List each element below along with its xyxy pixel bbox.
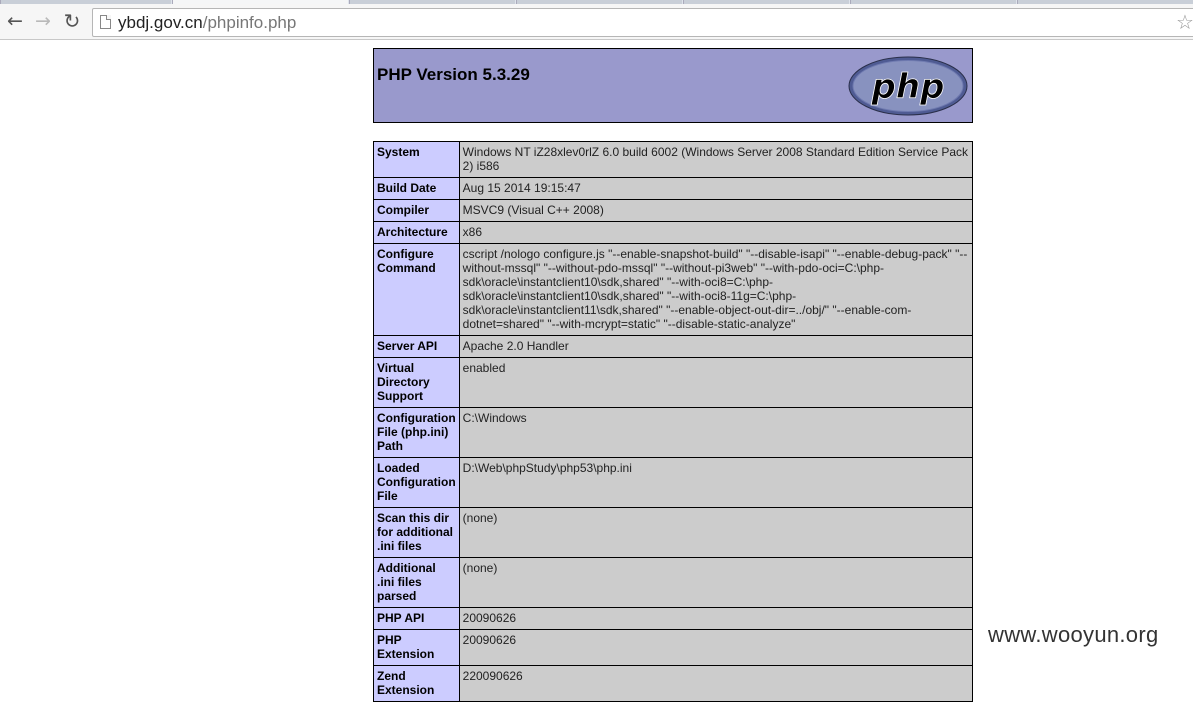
row-key: PHP Extension	[373, 629, 460, 666]
row-key: PHP API	[373, 607, 460, 630]
row-key: Server API	[373, 335, 460, 358]
row-key: System	[373, 141, 460, 178]
row-key: Additional .ini files parsed	[373, 557, 460, 608]
table-row: Virtual Directory Support enabled	[373, 357, 974, 408]
row-key: Configure Command	[373, 243, 460, 336]
row-value: 20090626	[458, 629, 974, 666]
row-key: Virtual Directory Support	[373, 357, 460, 408]
url-host: ybdj.gov.cn	[118, 13, 203, 32]
forward-arrow-icon[interactable]: →	[33, 11, 53, 31]
page-title: PHP Version 5.3.29	[377, 65, 530, 84]
browser-toolbar: ← → ↻ ybdj.gov.cn/phpinfo.php ☆	[0, 4, 1193, 40]
row-value: Apache 2.0 Handler	[458, 335, 974, 358]
table-row: Zend Extension 220090626	[373, 665, 974, 702]
row-value: (none)	[458, 557, 974, 608]
reload-icon[interactable]: ↻	[62, 11, 82, 31]
row-key: Compiler	[373, 199, 460, 222]
url-text[interactable]: ybdj.gov.cn/phpinfo.php	[118, 13, 296, 32]
row-key: Build Date	[373, 177, 460, 200]
row-key: Zend Extension	[373, 665, 460, 702]
address-bar[interactable]: ybdj.gov.cn/phpinfo.php ☆	[92, 8, 1193, 37]
watermark: www.wooyun.org	[988, 622, 1159, 647]
row-key: Scan this dir for additional .ini files	[373, 507, 460, 558]
row-key: Architecture	[373, 221, 460, 244]
table-row: Build Date Aug 15 2014 19:15:47	[373, 177, 974, 200]
table-row: Configure Command cscript /nologo configu…	[373, 243, 974, 336]
table-row: Scan this dir for additional .ini files(…	[373, 507, 974, 558]
row-value: cscript /nologo configure.js "--enable-s…	[458, 243, 974, 336]
row-key: Loaded Configuration File	[373, 457, 460, 508]
page-icon	[100, 15, 111, 29]
row-value: MSVC9 (Visual C++ 2008)	[458, 199, 974, 222]
info-table: System Windows NT iZ28xlev0rlZ 6.0 build …	[373, 141, 974, 702]
phpinfo-header: PHP Version 5.3.29 php	[373, 48, 973, 123]
back-arrow-icon[interactable]: ←	[5, 11, 25, 31]
row-value: x86	[458, 221, 974, 244]
table-row: Additional .ini files parsed (none)	[373, 557, 974, 608]
table-row: PHP API 20090626	[373, 607, 974, 630]
php-logo-text: php	[871, 67, 945, 107]
table-row: PHP Extension 20090626	[373, 629, 974, 666]
table-row: Configuration File (php.ini) Path C:\Wind…	[373, 407, 974, 458]
row-value: Windows NT iZ28xlev0rlZ 6.0 build 6002 (…	[458, 141, 974, 178]
row-value: C:\Windows	[458, 407, 974, 458]
star-icon[interactable]: ☆	[1176, 10, 1193, 34]
row-value: (none)	[458, 507, 974, 558]
php-logo: php	[848, 56, 968, 116]
table-row: Server API Apache 2.0 Handler	[373, 335, 974, 358]
row-value: 220090626	[458, 665, 974, 702]
row-value: enabled	[458, 357, 974, 408]
row-value: 20090626	[458, 607, 974, 630]
row-value: Aug 15 2014 19:15:47	[458, 177, 974, 200]
row-value: D:\Web\phpStudy\php53\php.ini	[458, 457, 974, 508]
table-row: Architecture x86	[373, 221, 974, 244]
table-row: Compiler MSVC9 (Visual C++ 2008)	[373, 199, 974, 222]
row-key: Configuration File (php.ini) Path	[373, 407, 460, 458]
table-row: System Windows NT iZ28xlev0rlZ 6.0 build …	[373, 141, 974, 178]
url-path: /phpinfo.php	[202, 13, 297, 32]
table-row: Loaded Configuration File D:\Web\phpStudy…	[373, 457, 974, 508]
